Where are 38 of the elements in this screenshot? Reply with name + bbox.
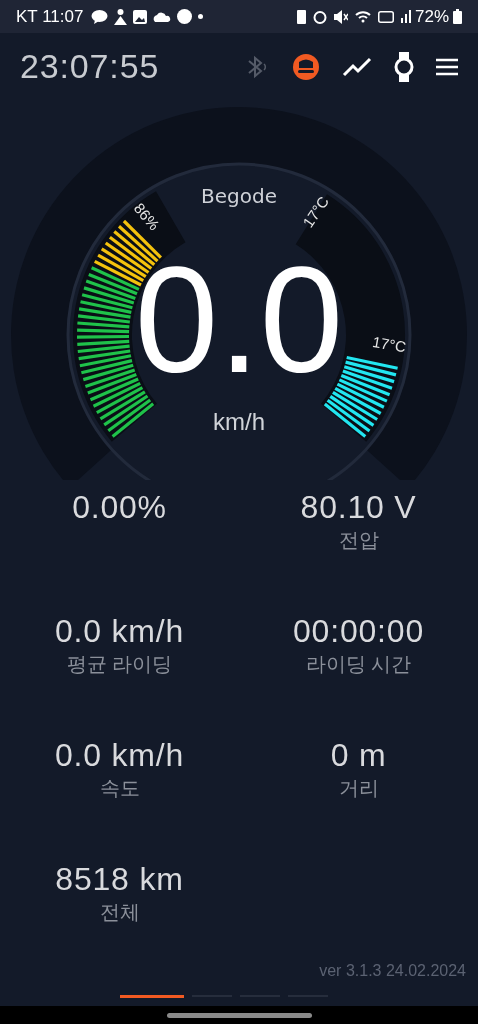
stat-label: 속도	[99, 776, 140, 801]
stat-label: 거리	[338, 776, 379, 801]
temperature-label: 17°C	[371, 332, 408, 356]
stat-label: 전체	[99, 900, 140, 925]
stat-value: 0.00%	[72, 488, 167, 526]
stat-value: 0.0 km/h	[54, 612, 185, 650]
wheel-icon[interactable]	[292, 52, 320, 81]
menu-icon[interactable]	[436, 57, 458, 76]
battery-percent: 72%	[414, 5, 449, 28]
watch-icon[interactable]	[394, 51, 414, 82]
hd-icon	[377, 10, 394, 23]
mute-icon	[333, 9, 348, 24]
stat-value: 0.0 km/h	[54, 736, 185, 774]
speed-unit: km/h	[213, 408, 265, 435]
battery-saver-icon	[296, 9, 306, 24]
version-text: ver 3.1.3 24.02.2024	[319, 961, 466, 981]
image-icon	[133, 9, 148, 24]
stat-value: 00:00:00	[293, 612, 424, 650]
signal-icon	[400, 10, 411, 23]
stat-label: 전압	[338, 528, 379, 553]
wifi-icon	[354, 10, 371, 23]
dot-icon	[198, 14, 204, 19]
speed-reading: 0.0	[134, 236, 344, 404]
figure-icon	[114, 8, 128, 25]
stat-value: 8518 km	[55, 860, 184, 898]
stat-value: 0 m	[330, 736, 387, 774]
chat-bubble-icon	[91, 9, 109, 24]
line-chart-icon[interactable]	[342, 55, 372, 78]
brand-name: Begode	[201, 184, 277, 208]
stat-label: 라이딩 시간	[305, 652, 412, 677]
clock: 23:07:55	[20, 46, 160, 87]
alarm-icon	[312, 9, 327, 24]
battery-icon	[453, 9, 462, 24]
stat-label: 평균 라이딩	[66, 652, 173, 677]
cloud-icon	[153, 11, 172, 22]
stat-value: 80.10 V	[300, 488, 417, 526]
home-handle[interactable]	[166, 1012, 312, 1018]
carrier-time: KT 11:07	[16, 5, 84, 28]
